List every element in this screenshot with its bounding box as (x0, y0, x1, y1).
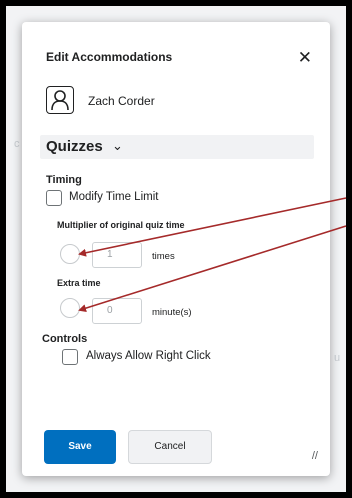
arrow-to-multiplier-radio (78, 197, 347, 257)
annotation-arrows (78, 197, 347, 313)
arrow-to-extra-time-radio (78, 225, 347, 313)
